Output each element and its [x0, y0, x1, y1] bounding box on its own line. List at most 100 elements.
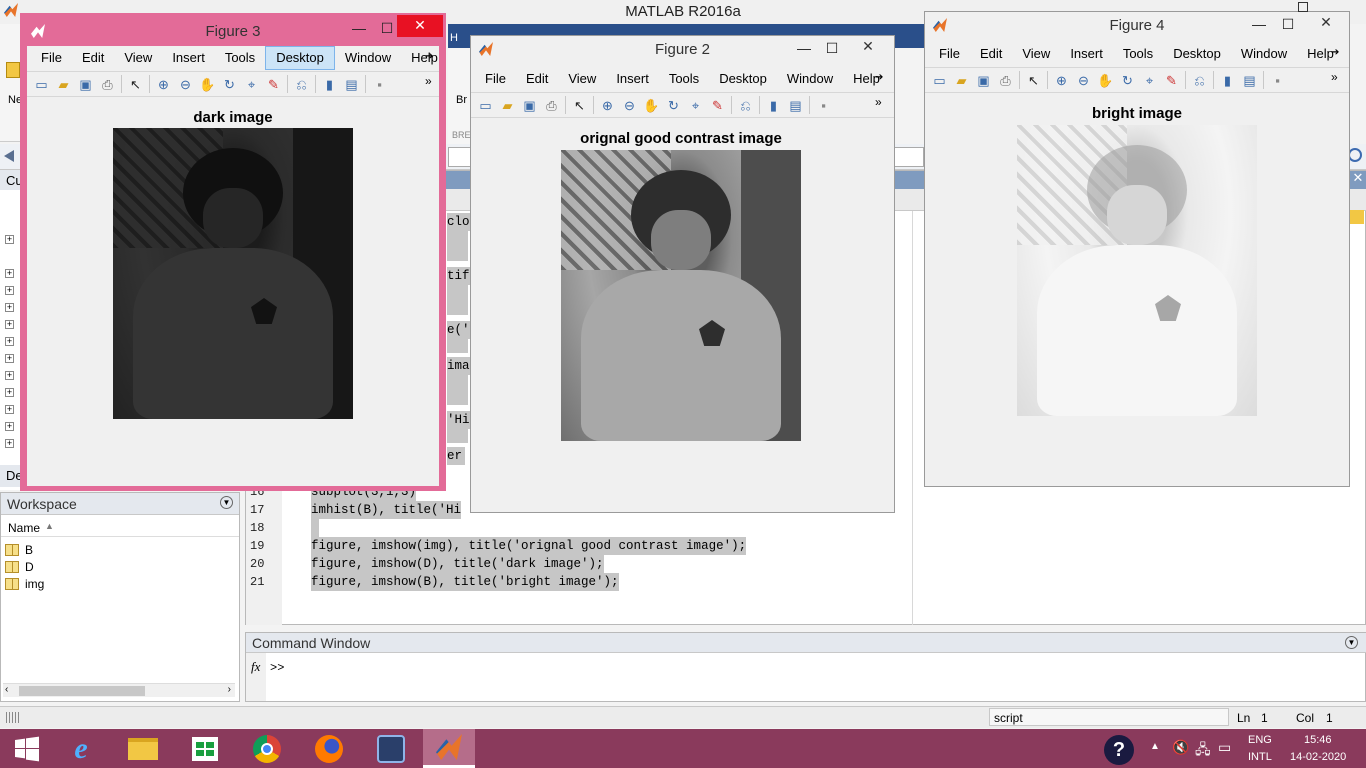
figure-3-title-bar[interactable]: Figure 3 — ☐ ✕: [23, 15, 443, 46]
pan-icon[interactable]: ✋: [199, 76, 216, 93]
workspace-variable-row[interactable]: B: [5, 541, 33, 558]
edit-plot-icon[interactable]: ↖: [1025, 72, 1042, 89]
code-fragment[interactable]: e(': [447, 321, 473, 339]
back-arrow-icon[interactable]: [4, 150, 14, 162]
open-file-icon[interactable]: ▰: [55, 76, 72, 93]
pan-icon[interactable]: ✋: [1097, 72, 1114, 89]
tree-expand-icon[interactable]: +: [5, 439, 14, 448]
legend-icon[interactable]: ▤: [1241, 72, 1258, 89]
data-cursor-icon[interactable]: ⌖: [687, 97, 704, 114]
menu-insert[interactable]: Insert: [606, 68, 659, 90]
menu-desktop[interactable]: Desktop: [265, 46, 335, 70]
save-icon[interactable]: ▣: [521, 97, 538, 114]
language-bottom[interactable]: INTL: [1248, 751, 1272, 763]
internet-explorer-icon[interactable]: e: [54, 729, 108, 768]
rotate-3d-icon[interactable]: ↻: [665, 97, 682, 114]
language-top[interactable]: ENG: [1248, 734, 1272, 746]
zoom-out-icon[interactable]: ⊖: [621, 97, 638, 114]
scroll-right-icon[interactable]: ›: [228, 684, 231, 695]
code-fragment[interactable]: tif: [447, 267, 473, 285]
toolbar-overflow-icon[interactable]: »: [425, 74, 432, 88]
menu-desktop[interactable]: Desktop: [709, 68, 777, 90]
menu-view[interactable]: View: [1012, 43, 1060, 65]
zoom-out-icon[interactable]: ⊖: [177, 76, 194, 93]
zoom-in-icon[interactable]: ⊕: [599, 97, 616, 114]
brush-icon[interactable]: ✎: [1163, 72, 1180, 89]
print-icon[interactable]: ⎙: [997, 72, 1014, 89]
battery-icon[interactable]: ▭: [1218, 739, 1231, 756]
link-plot-icon[interactable]: ⎌: [737, 97, 754, 114]
new-figure-icon[interactable]: ▭: [477, 97, 494, 114]
tree-expand-icon[interactable]: +: [5, 269, 14, 278]
maximize-icon[interactable]: ☐: [821, 40, 843, 57]
show-hidden-icons[interactable]: ▲: [1150, 741, 1160, 752]
store-icon[interactable]: [178, 729, 232, 768]
new-figure-icon[interactable]: ▭: [33, 76, 50, 93]
maximize-icon[interactable]: ☐: [376, 20, 398, 37]
matlab-taskbar-icon[interactable]: [423, 729, 475, 768]
status-grip-icon[interactable]: [6, 712, 20, 723]
scroll-left-icon[interactable]: ‹: [5, 684, 8, 695]
menu-desktop[interactable]: Desktop: [1163, 43, 1231, 65]
tree-expand-icon[interactable]: +: [5, 320, 14, 329]
legend-icon[interactable]: ▤: [343, 76, 360, 93]
figure-2-title-bar[interactable]: Figure 2 — ☐ ✕: [471, 36, 894, 62]
figure-3-window[interactable]: Figure 3 — ☐ ✕ File Edit View Insert Too…: [20, 13, 446, 491]
minimize-icon[interactable]: —: [348, 20, 370, 36]
network-icon[interactable]: 🖧: [1195, 739, 1211, 763]
link-plot-icon[interactable]: ⎌: [1191, 72, 1208, 89]
menu-window[interactable]: Window: [1231, 43, 1297, 65]
menu-tools[interactable]: Tools: [1113, 43, 1163, 65]
tree-expand-icon[interactable]: +: [5, 422, 14, 431]
menu-view[interactable]: View: [558, 68, 606, 90]
menu-file[interactable]: File: [31, 47, 72, 69]
command-window-menu-icon[interactable]: ▼: [1345, 636, 1358, 649]
menu-edit[interactable]: Edit: [72, 47, 114, 69]
colorbar-icon[interactable]: ▮: [321, 76, 338, 93]
workspace-hscrollbar[interactable]: ‹ ›: [3, 683, 235, 697]
data-cursor-icon[interactable]: ⌖: [1141, 72, 1158, 89]
save-icon[interactable]: ▣: [77, 76, 94, 93]
workspace-column-header[interactable]: Name ▲: [1, 517, 239, 537]
minimize-icon[interactable]: —: [793, 40, 815, 56]
code-line[interactable]: figure, imshow(D), title('dark image');: [311, 555, 604, 573]
code-line[interactable]: figure, imshow(img), title('orignal good…: [311, 537, 747, 555]
print-icon[interactable]: ⎙: [99, 76, 116, 93]
code-fragment[interactable]: ima: [447, 357, 473, 375]
menu-file[interactable]: File: [929, 43, 970, 65]
tree-expand-icon[interactable]: +: [5, 235, 14, 244]
menu-tools[interactable]: Tools: [215, 47, 265, 69]
hide-plot-tools-icon[interactable]: ▪: [371, 76, 388, 93]
help-icon[interactable]: ?: [1104, 735, 1134, 765]
figure-2-window[interactable]: Figure 2 — ☐ ✕ File Edit View Insert Too…: [470, 35, 895, 513]
open-file-icon[interactable]: ▰: [953, 72, 970, 89]
workspace-menu-icon[interactable]: ▼: [220, 496, 233, 509]
menu-edit[interactable]: Edit: [970, 43, 1012, 65]
fx-icon[interactable]: fx: [251, 659, 260, 675]
tree-expand-icon[interactable]: +: [5, 354, 14, 363]
brush-icon[interactable]: ✎: [709, 97, 726, 114]
rotate-3d-icon[interactable]: ↻: [1119, 72, 1136, 89]
edit-plot-icon[interactable]: ↖: [571, 97, 588, 114]
clock-date[interactable]: 14-02-2020: [1290, 751, 1346, 763]
code-line[interactable]: [311, 519, 319, 537]
start-button[interactable]: [0, 729, 54, 768]
details-header[interactable]: De: [0, 465, 23, 487]
code-line[interactable]: imhist(B), title('Hi: [311, 501, 462, 519]
menu-insert[interactable]: Insert: [1060, 43, 1113, 65]
edit-plot-icon[interactable]: ↖: [127, 76, 144, 93]
workspace-variable-row[interactable]: img: [5, 575, 44, 592]
command-window[interactable]: Command Window ▼ fx >>: [245, 632, 1366, 702]
new-figure-icon[interactable]: ▭: [931, 72, 948, 89]
print-icon[interactable]: ⎙: [543, 97, 560, 114]
zoom-out-icon[interactable]: ⊖: [1075, 72, 1092, 89]
doc-tab-fragment[interactable]: H: [450, 32, 458, 44]
tree-expand-icon[interactable]: +: [5, 405, 14, 414]
menu-tools[interactable]: Tools: [659, 68, 709, 90]
tree-expand-icon[interactable]: +: [5, 286, 14, 295]
rotate-3d-icon[interactable]: ↻: [221, 76, 238, 93]
tree-expand-icon[interactable]: +: [5, 388, 14, 397]
toolbar-overflow-icon[interactable]: »: [875, 95, 882, 109]
close-icon[interactable]: ✕: [845, 36, 891, 56]
menu-window[interactable]: Window: [777, 68, 843, 90]
